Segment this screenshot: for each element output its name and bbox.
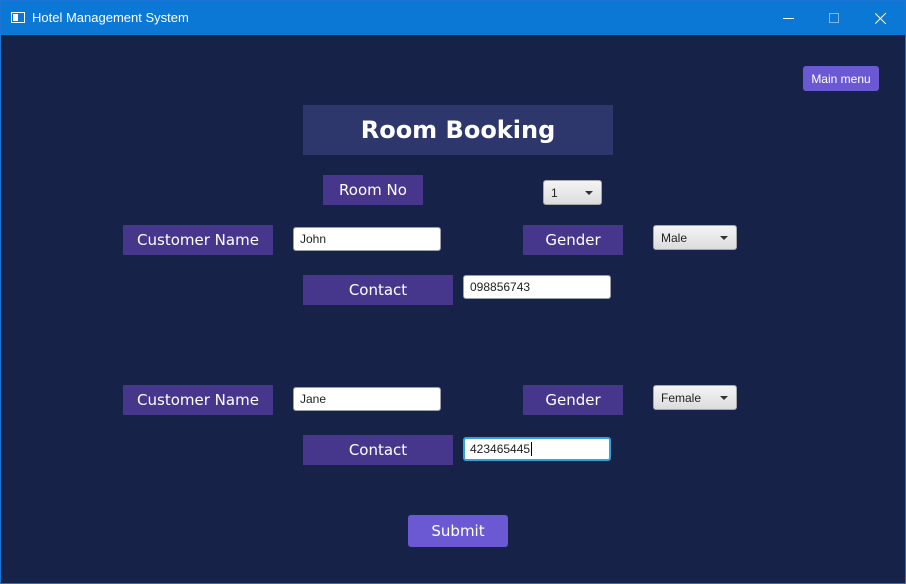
room-no-select[interactable]: 1	[543, 180, 602, 205]
gender-value-2: Female	[661, 390, 702, 405]
minimize-button[interactable]	[765, 1, 811, 35]
title-bar[interactable]: Hotel Management System	[1, 1, 905, 35]
contact-input-1[interactable]: 098856743	[463, 275, 611, 299]
customer-name-input-1[interactable]: John	[293, 227, 441, 251]
gender-label-1: Gender	[523, 225, 623, 255]
customer-name-label-2: Customer Name	[123, 385, 273, 415]
maximize-icon	[829, 13, 839, 23]
text-caret	[531, 442, 533, 456]
window-title: Hotel Management System	[32, 10, 189, 25]
contact-value-1: 098856743	[470, 280, 531, 294]
minimize-icon	[782, 17, 794, 19]
room-no-label: Room No	[323, 175, 423, 205]
chevron-down-icon	[720, 396, 728, 400]
room-no-value: 1	[551, 185, 558, 200]
customer-name-input-2[interactable]: Jane	[293, 387, 441, 411]
main-menu-button[interactable]: Main menu	[803, 66, 879, 91]
contact-input-2[interactable]: 423465445	[463, 437, 611, 461]
close-icon	[874, 12, 887, 25]
submit-button[interactable]: Submit	[408, 515, 508, 547]
gender-value-1: Male	[661, 230, 688, 245]
gender-label-2: Gender	[523, 385, 623, 415]
contact-label-1: Contact	[303, 275, 453, 305]
gender-select-2[interactable]: Female	[653, 385, 737, 410]
maximize-button[interactable]	[811, 1, 857, 35]
contact-label-2: Contact	[303, 435, 453, 465]
chevron-down-icon	[720, 236, 728, 240]
customer-name-value-1: John	[300, 232, 327, 246]
gender-select-1[interactable]: Male	[653, 225, 737, 250]
app-icon	[11, 12, 25, 23]
contact-value-2: 423465445	[470, 442, 531, 456]
close-button[interactable]	[857, 1, 903, 35]
app-window: Hotel Management System Main menu Room B…	[0, 0, 906, 584]
chevron-down-icon	[585, 191, 593, 195]
page-title: Room Booking	[303, 105, 613, 155]
customer-name-value-2: Jane	[300, 392, 327, 406]
customer-name-label-1: Customer Name	[123, 225, 273, 255]
